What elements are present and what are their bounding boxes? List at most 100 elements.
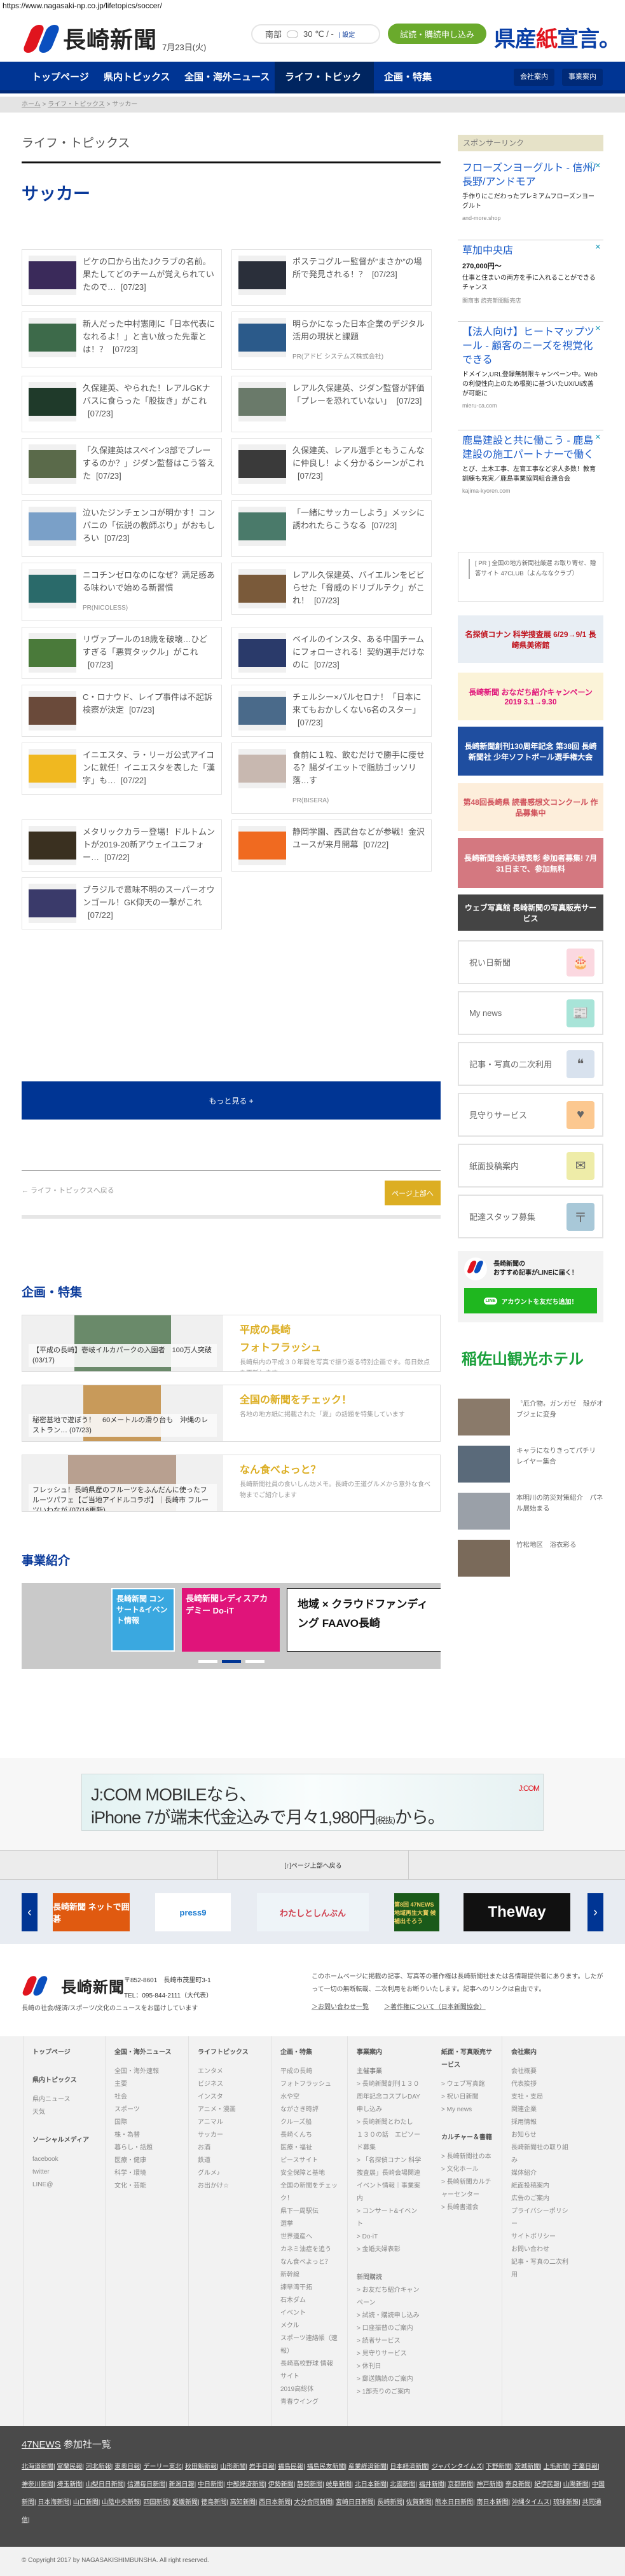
partner-banner[interactable]: わたしとしんぶん xyxy=(257,1893,369,1931)
member-paper-link[interactable]: 沖縄タイムス xyxy=(512,2499,550,2506)
member-paper-link[interactable]: 上毛新聞 xyxy=(544,2463,569,2470)
footer-link[interactable]: 全国の新聞をチェック！ xyxy=(280,2180,338,2205)
carousel-banner-doit[interactable]: 長崎新聞レディスアカデミー Do-iT xyxy=(182,1588,280,1652)
feature-card[interactable]: フレッシュ！長崎県産のフルーツをふんだんに使ったフルーツパフェ【ご当地アイドルコ… xyxy=(22,1455,441,1512)
member-paper-link[interactable]: 西日本新聞 xyxy=(259,2499,291,2506)
sidebar-news-item[interactable]: 〝厄介物〟ガンガゼ 殻がオブジェに変身 xyxy=(458,1399,603,1435)
article-card[interactable]: レアル久保建英、ジダン監督が評価「プレーを恐れていない」 [07/23] xyxy=(231,376,432,432)
footer-link[interactable]: 天気 xyxy=(32,2106,96,2119)
member-paper-link[interactable]: 北海道新聞 xyxy=(22,2463,53,2470)
footer-link[interactable]: サイトポリシー xyxy=(511,2231,570,2244)
footer-link[interactable]: 石木ダム xyxy=(280,2294,338,2307)
article-card[interactable]: 「久保建英はスペイン3部でプレーするのか？」ジダン監督はこう答えた [07/23] xyxy=(22,438,222,495)
footer-heading[interactable]: 事業案内 xyxy=(357,2046,423,2059)
footer-link[interactable]: お知らせ xyxy=(511,2129,570,2142)
nav-national-news[interactable]: 全国・海外ニュース xyxy=(174,62,280,93)
partner-banner[interactable]: 長崎新聞 ネットで囲碁 xyxy=(53,1893,130,1931)
footer-link[interactable]: イベント xyxy=(280,2307,338,2320)
footer-link[interactable]: サッカー xyxy=(198,2129,262,2142)
member-paper-link[interactable]: 山陽新聞 xyxy=(563,2481,589,2488)
footer-link[interactable]: > 金婚夫婦表彰 xyxy=(357,2244,423,2256)
footer-link[interactable]: 世界遺産へ xyxy=(280,2231,338,2244)
footer-link[interactable]: > 1部売りのご案内 xyxy=(357,2386,423,2399)
pr-link-47club[interactable]: [ PR ] 全国の地方新聞社厳選 お取り寄せ、贈答サイト 47CLUB（よんな… xyxy=(458,552,603,602)
article-card[interactable]: C・ロナウド、レイプ事件は不起訴 検察が決定 [07/23] xyxy=(22,685,222,737)
footer-link[interactable]: 県下一周駅伝 xyxy=(280,2205,338,2218)
article-card[interactable]: メタリックカラー登場！ドルトムントが2019-20新アウェイユニフォー… [07/… xyxy=(22,819,222,872)
next-arrow-icon[interactable]: › xyxy=(587,1893,603,1931)
sidebar-link-box[interactable]: 祝い日新聞 🎂 xyxy=(458,940,603,984)
footer-link[interactable]: ビジネス xyxy=(198,2078,262,2091)
sidebar-link-box[interactable]: 紙面投稿案内 ✉ xyxy=(458,1144,603,1188)
weather-widget[interactable]: 南部 30 ℃ / - | 設定 xyxy=(251,24,380,44)
footer-link[interactable]: > ウェブ写真館 xyxy=(441,2078,493,2091)
article-card[interactable]: レアル久保建英、バイエルンをビビらせた「脅威のドリブルテク」がこれ！ [07/23… xyxy=(231,563,432,615)
member-paper-link[interactable]: 福島民友新聞 xyxy=(307,2463,345,2470)
member-paper-link[interactable]: 日本経済新聞 xyxy=(390,2463,428,2470)
footer-link[interactable]: インスタ xyxy=(198,2091,262,2104)
sidebar-banner[interactable]: ウェブ写真館 長崎新聞の写真販売サービス xyxy=(458,894,603,931)
footer-link[interactable]: 採用情報 xyxy=(511,2116,570,2129)
footer-link[interactable]: > コンサート&イベント xyxy=(357,2205,423,2231)
member-paper-link[interactable]: 高知新聞 xyxy=(230,2499,256,2506)
member-paper-link[interactable]: 秋田魁新報 xyxy=(185,2463,217,2470)
line-add-friend-button[interactable]: LINE アカウントを友だち追加！ xyxy=(464,1288,597,1313)
footer-link[interactable]: エンタメ xyxy=(198,2066,262,2078)
member-paper-link[interactable]: 山形新聞 xyxy=(220,2463,245,2470)
sponsored-ad[interactable]: ✕ 草加中央店 270,000円～ 仕事と住まいの両方を手に入れることができるチャンス… xyxy=(458,240,603,322)
member-paper-link[interactable]: 千葉日報 xyxy=(572,2463,598,2470)
footer-link[interactable]: 暮らし・話題 xyxy=(114,2142,179,2155)
sidebar-banner[interactable]: 長崎新聞創刊130周年記念 第38回 長崎新聞社 少年ソフトボール選手権大会 xyxy=(458,727,603,776)
article-card[interactable]: 明らかになった日本企業のデジタル活用の現状と課題 PR(アドビ システムズ株式会社… xyxy=(231,312,432,370)
footer-link[interactable]: > 祝い日新聞 xyxy=(441,2091,493,2104)
article-card[interactable]: 久保建英、レアル選手ともうこんなに仲良し！よく分かるシーンがこれ [07/23] xyxy=(231,438,432,495)
sponsored-ad[interactable]: ✕ 【法人向け】ヒートマップツール - 顧客のニーズを視覚化できる ドメイン,URL… xyxy=(458,322,603,430)
footer-link[interactable]: 県内ニュース xyxy=(32,2093,96,2106)
nav-prefecture-topics[interactable]: 県内トピックス xyxy=(93,62,181,93)
footer-link[interactable]: > 郵送購読のご案内 xyxy=(357,2373,423,2386)
member-paper-link[interactable]: 中日新聞 xyxy=(198,2481,223,2488)
carousel-dot-active[interactable] xyxy=(222,1660,241,1663)
article-card[interactable]: ベイルのインスタ、ある中国チームにフォローされる！契約選手だけなのに [07/23… xyxy=(231,627,432,679)
member-paper-link[interactable]: 茨城新聞 xyxy=(514,2463,540,2470)
sidebar-news-item[interactable]: 竹松地区 浴衣彩る xyxy=(458,1540,603,1577)
member-paper-link[interactable]: 岐阜新聞 xyxy=(326,2481,352,2488)
footer-link[interactable]: 株・為替 xyxy=(114,2129,179,2142)
nav-features[interactable]: 企画・特集 xyxy=(374,62,442,93)
footer-heading[interactable]: 企画・特集 xyxy=(280,2046,338,2059)
footer-link[interactable]: 安全保障と基地 xyxy=(280,2167,338,2180)
footer-link[interactable]: ながさき時評 xyxy=(280,2104,338,2116)
footer-link[interactable]: アニマル xyxy=(198,2116,262,2129)
jcom-ad-banner[interactable]: J:COM MOBILEなら、 iPhone 7が端末代金込みで月々1,980円… xyxy=(81,1774,544,1831)
member-paper-link[interactable]: 埼玉新聞 xyxy=(57,2481,82,2488)
footer-heading[interactable]: 会社案内 xyxy=(511,2046,570,2059)
member-paper-link[interactable]: 京都新聞 xyxy=(448,2481,473,2488)
footer-link[interactable]: お出かけ☆ xyxy=(198,2180,262,2193)
member-paper-link[interactable]: 北國新聞 xyxy=(390,2481,415,2488)
member-paper-link[interactable]: 下野新聞 xyxy=(486,2463,511,2470)
footer-heading[interactable]: カルチャー＆書籍 xyxy=(441,2132,493,2144)
nav-life-topics[interactable]: ライフ・トピックス xyxy=(275,62,374,114)
sidebar-news-item[interactable]: 本明川の防災対策紹介 パネル展始まる xyxy=(458,1493,603,1530)
member-paper-link[interactable]: 中部経済新聞 xyxy=(226,2481,264,2488)
member-paper-link[interactable]: 伊勢新聞 xyxy=(268,2481,294,2488)
footer-link[interactable]: > 長崎新聞創刊１３０周年記念コスプレDAY 申し込み xyxy=(357,2078,423,2116)
footer-link[interactable]: なん食べよっと？ xyxy=(280,2256,338,2269)
member-paper-link[interactable]: 佐賀新聞 xyxy=(406,2499,432,2506)
member-paper-link[interactable]: 河北新報 xyxy=(86,2463,111,2470)
47news-link[interactable]: 47NEWS xyxy=(22,2439,61,2450)
breadcrumb-parent[interactable]: ライフ・トピックス xyxy=(48,101,105,108)
footer-link[interactable]: 諫早湾干拓 xyxy=(280,2282,338,2294)
member-paper-link[interactable]: 紀伊民報 xyxy=(534,2481,560,2488)
footer-link[interactable]: > 試読・購読申し込み xyxy=(357,2310,423,2322)
footer-link[interactable]: 長崎高校野球 情報サイト xyxy=(280,2358,338,2383)
article-card[interactable]: ピケの口から出たJクラブの名前。果たしてどのチームが覚えられていたので… [07/… xyxy=(22,249,222,306)
sponsored-ad[interactable]: ✕ 鹿島建設と共に働こう - 鹿島建設の施工パートナーで働く とび、土木工事、左官工… xyxy=(458,430,603,542)
ad-close-icon[interactable]: ✕ xyxy=(595,433,601,441)
footer-heading[interactable]: ソーシャルメディア xyxy=(32,2134,96,2147)
article-card[interactable]: 食前に１粒、飲むだけで勝手に痩せる？腸ダイエットで脂肪ゴッソリ落…す PR(BIS… xyxy=(231,743,432,814)
member-paper-link[interactable]: 大分合同新聞 xyxy=(294,2499,333,2506)
member-paper-link[interactable]: 愛媛新聞 xyxy=(172,2499,198,2506)
load-more-button[interactable]: もっと見る + xyxy=(22,1081,441,1120)
member-paper-link[interactable]: 新潟日報 xyxy=(169,2481,195,2488)
